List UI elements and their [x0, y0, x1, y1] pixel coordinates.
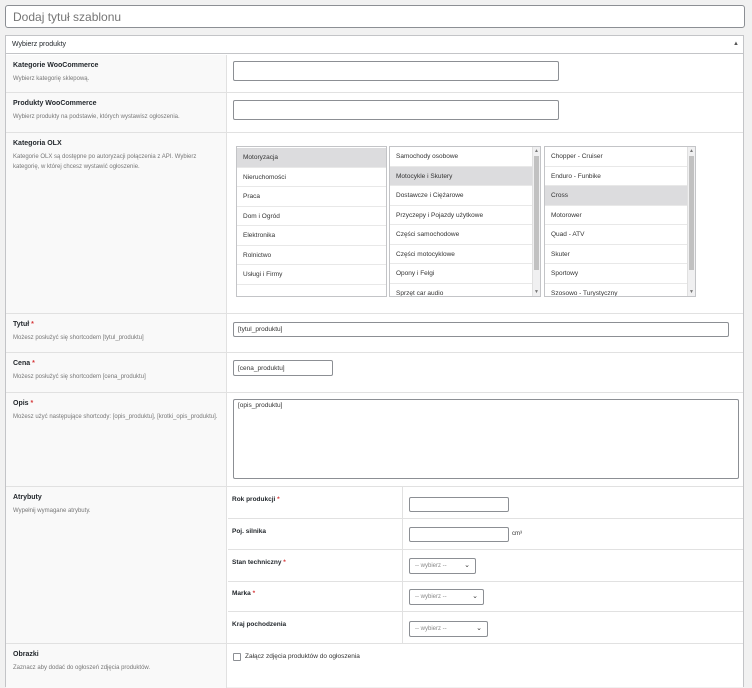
- woo-categories-label: Kategorie WooCommerce: [13, 62, 99, 69]
- brand-select[interactable]: -- wybierz -- ⌄: [409, 589, 484, 605]
- list-item[interactable]: Cross: [545, 186, 695, 206]
- scrollbar-thumb[interactable]: [689, 156, 694, 270]
- engine-label: Poj. silnika: [232, 528, 266, 535]
- list-item[interactable]: Skuter: [545, 245, 695, 264]
- condition-label: Stan techniczny: [232, 559, 282, 566]
- required-marker: *: [32, 360, 35, 367]
- list-item[interactable]: Motorower: [545, 206, 695, 225]
- woo-categories-desc: Wybierz kategorię sklepową.: [13, 76, 90, 82]
- olx-category-label: Kategoria OLX: [13, 140, 62, 147]
- metabox-header[interactable]: Wybierz produkty ▲: [6, 36, 743, 54]
- woo-products-input[interactable]: [233, 100, 559, 120]
- olx-category-list-level2[interactable]: Samochody osobowe Motocykle i Skutery Do…: [389, 146, 541, 297]
- images-label: Obrazki: [13, 651, 39, 658]
- title-label: Tytuł: [13, 321, 30, 328]
- list-item[interactable]: Sprzęt car audio: [390, 284, 540, 297]
- attributes-column-divider: [402, 487, 403, 643]
- olx-category-desc: Kategorie OLX są dostępne po autoryzacji…: [13, 154, 197, 170]
- chevron-down-icon: ⌄: [464, 562, 470, 569]
- chevron-down-icon: ⌄: [476, 625, 482, 632]
- list-item[interactable]: Motocykle i Skutery: [390, 166, 540, 186]
- origin-select[interactable]: -- wybierz -- ⌄: [409, 621, 488, 637]
- list-item[interactable]: Quad - ATV: [545, 225, 695, 245]
- scroll-down-icon[interactable]: ▼: [688, 288, 695, 296]
- scrollbar-thumb[interactable]: [534, 156, 539, 270]
- engine-unit: cm³: [512, 531, 522, 537]
- required-marker: *: [283, 559, 286, 566]
- row-description: Opis * Możesz użyć następujące shortcody…: [6, 393, 743, 487]
- required-marker: *: [252, 590, 256, 597]
- scroll-up-icon[interactable]: ▲: [533, 147, 540, 155]
- price-input[interactable]: [233, 360, 333, 376]
- required-marker: *: [31, 321, 34, 328]
- triangle-up-icon[interactable]: ▲: [733, 36, 739, 53]
- list-scrollbar[interactable]: ▲ ▼: [532, 147, 540, 296]
- list-item[interactable]: Dom i Ogród: [237, 207, 386, 226]
- attributes-label: Atrybuty: [13, 494, 42, 501]
- row-images: Obrazki Zaznacz aby dodać do ogłoszeń zd…: [6, 644, 743, 688]
- attach-images-label[interactable]: Załącz zdjęcia produktów do ogłoszenia: [245, 653, 360, 660]
- list-item[interactable]: Rolnictwo: [237, 246, 386, 265]
- required-marker: *: [30, 400, 34, 407]
- title-desc: Możesz posłużyć się shortcodem [tytul_pr…: [13, 335, 144, 341]
- list-item[interactable]: Części motocyklowe: [390, 245, 540, 264]
- list-item[interactable]: Przyczepy i Pojazdy użytkowe: [390, 206, 540, 225]
- title-input[interactable]: [233, 322, 729, 337]
- attach-images-checkbox[interactable]: [233, 653, 241, 661]
- production-year-input[interactable]: [409, 497, 509, 512]
- olx-category-list-level1[interactable]: Motoryzacja Nieruchomości Praca Dom i Og…: [236, 146, 387, 297]
- list-item[interactable]: Samochody osobowe: [390, 147, 540, 167]
- row-woo-products: Produkty WooCommerce Wybierz produkty na…: [6, 93, 743, 133]
- woo-products-label: Produkty WooCommerce: [13, 100, 97, 107]
- engine-capacity-input[interactable]: [409, 527, 509, 542]
- row-price: Cena * Możesz posłużyć się shortcodem [c…: [6, 353, 743, 393]
- template-title-input[interactable]: [5, 5, 745, 28]
- condition-select[interactable]: -- wybierz -- ⌄: [409, 558, 476, 574]
- list-item[interactable]: Enduro - Funbike: [545, 167, 695, 186]
- list-item[interactable]: Chopper - Cruiser: [545, 147, 695, 167]
- list-scrollbar[interactable]: ▲ ▼: [687, 147, 695, 296]
- scroll-up-icon[interactable]: ▲: [688, 147, 695, 155]
- list-item[interactable]: Elektronika: [237, 226, 386, 246]
- list-item[interactable]: Praca: [237, 187, 386, 207]
- woo-categories-input[interactable]: [233, 61, 559, 81]
- olx-category-list-level3[interactable]: Chopper - Cruiser Enduro - Funbike Cross…: [544, 146, 696, 297]
- description-label: Opis: [13, 400, 29, 407]
- origin-label: Kraj pochodzenia: [232, 621, 287, 628]
- scroll-down-icon[interactable]: ▼: [533, 288, 540, 296]
- price-label: Cena: [13, 360, 31, 367]
- list-item[interactable]: Opony i Felgi: [390, 264, 540, 284]
- row-attributes: Atrybuty Wypełnij wymagane atrybuty. Rok…: [6, 487, 743, 644]
- required-marker: *: [277, 496, 280, 503]
- list-item[interactable]: Usługi i Firmy: [237, 265, 386, 285]
- brand-label: Marka: [232, 590, 251, 597]
- row-title: Tytuł * Możesz posłużyć się shortcodem […: [6, 314, 743, 353]
- row-olx-category: Kategoria OLX Kategorie OLX są dostępne …: [6, 133, 743, 314]
- chevron-down-icon: ⌄: [472, 593, 478, 600]
- description-textarea[interactable]: [opis_produktu]: [233, 399, 739, 479]
- list-item[interactable]: Nieruchomości: [237, 168, 386, 187]
- list-item[interactable]: Szosowo - Turystyczny: [545, 284, 695, 297]
- description-desc: Możesz użyć następujące shortcody: [opis…: [13, 414, 218, 420]
- year-label: Rok produkcji: [232, 496, 276, 503]
- metabox-title: Wybierz produkty: [12, 41, 67, 48]
- select-products-metabox: Wybierz produkty ▲ Kategorie WooCommerce…: [5, 35, 744, 688]
- images-desc: Zaznacz aby dodać do ogłoszeń zdjęcia pr…: [13, 665, 151, 671]
- woo-products-desc: Wybierz produkty na podstawie, których w…: [13, 114, 180, 120]
- list-item[interactable]: Sportowy: [545, 264, 695, 284]
- price-desc: Możesz posłużyć się shortcodem [cena_pro…: [13, 374, 146, 380]
- attributes-desc: Wypełnij wymagane atrybuty.: [13, 508, 91, 514]
- row-woo-categories: Kategorie WooCommerce Wybierz kategorię …: [6, 55, 743, 93]
- list-item[interactable]: Dostawcze i Ciężarowe: [390, 186, 540, 206]
- list-item[interactable]: Części samochodowe: [390, 225, 540, 245]
- list-item[interactable]: Motoryzacja: [237, 148, 386, 168]
